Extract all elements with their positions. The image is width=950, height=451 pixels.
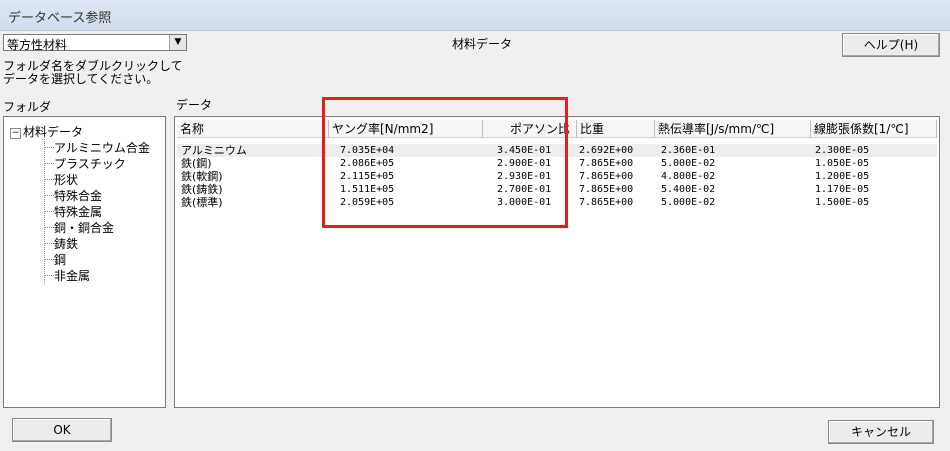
table-cell: 1.500E-05 xyxy=(815,197,870,208)
tree-connector xyxy=(44,259,54,260)
tree-item[interactable]: 形状 xyxy=(54,171,78,188)
table-cell: 2.692E+00 xyxy=(579,145,634,156)
tree-root[interactable]: − 材料データ xyxy=(10,123,83,140)
table-cell: アルミニウム xyxy=(181,144,247,157)
table-cell: 1.200E-05 xyxy=(815,171,870,182)
tree-item[interactable]: 銅・銅合金 xyxy=(54,219,114,236)
table-cell: 7.865E+00 xyxy=(579,171,634,182)
tree-item[interactable]: 特殊金属 xyxy=(54,203,102,220)
folder-tree[interactable]: − 材料データ アルミニウム合金 プラスチック 形状 特殊合金 特殊金属 銅・銅合… xyxy=(3,116,166,408)
material-data-title: 材料データ xyxy=(452,37,513,51)
table-cell: 1.050E-05 xyxy=(815,158,870,169)
instructions: フォルダ名をダブルクリックして データを選択してください。 xyxy=(3,60,183,86)
table-cell: 7.865E+00 xyxy=(579,158,634,169)
instruction-line: データを選択してください。 xyxy=(3,72,159,86)
tree-item[interactable]: 非金属 xyxy=(54,267,90,284)
table-cell: 鉄(軟鋼) xyxy=(181,170,223,183)
help-button[interactable]: ヘルプ(H) xyxy=(842,33,940,57)
tree-connector xyxy=(44,211,54,212)
collapse-icon[interactable]: − xyxy=(10,128,21,139)
tree-connector xyxy=(44,243,54,244)
table-cell: 5.400E-02 xyxy=(661,184,716,195)
material-type-value: 等方性材料 xyxy=(7,38,68,52)
tree-item[interactable]: プラスチック xyxy=(54,155,126,172)
column-header-thermal-conductivity[interactable]: 熱伝導率[J/s/mm/℃] xyxy=(655,120,811,138)
table-cell: 7.865E+00 xyxy=(579,197,634,208)
column-header-thermal-expansion[interactable]: 線膨張係数[1/℃] xyxy=(811,120,937,138)
tree-item[interactable]: 鋳鉄 xyxy=(54,235,78,252)
ok-button[interactable]: OK xyxy=(12,418,112,442)
window-title: データベース参照 xyxy=(8,11,112,26)
tree-connector xyxy=(44,275,54,276)
table-cell: 7.865E+00 xyxy=(579,184,634,195)
table-cell: 鉄(鋼) xyxy=(181,157,212,170)
material-type-select[interactable]: 等方性材料 ▼ xyxy=(3,34,187,52)
data-label: データ xyxy=(176,98,213,112)
tree-root-label: 材料データ xyxy=(23,125,84,139)
tree-connector xyxy=(44,163,54,164)
table-cell: 5.000E-02 xyxy=(661,158,716,169)
column-header-name[interactable]: 名称 xyxy=(177,120,329,138)
tree-connector xyxy=(44,179,54,180)
tree-item[interactable]: 鋼 xyxy=(54,251,66,268)
folder-label: フォルダ xyxy=(3,100,52,114)
table-cell: 2.300E-05 xyxy=(815,145,870,156)
tree-connector xyxy=(44,147,54,148)
tree-connector xyxy=(44,227,54,228)
table-cell: 鉄(標準) xyxy=(181,196,223,209)
table-cell: 鉄(鋳鉄) xyxy=(181,183,223,196)
table-cell: 4.800E-02 xyxy=(661,171,716,182)
title-bar: データベース参照 xyxy=(0,0,950,31)
chevron-down-icon[interactable]: ▼ xyxy=(169,35,186,50)
table-cell: 2.360E-01 xyxy=(661,145,716,156)
tree-connector xyxy=(44,195,54,196)
column-header-specific-gravity[interactable]: 比重 xyxy=(577,120,655,138)
table-cell: 5.000E-02 xyxy=(661,197,716,208)
tree-item[interactable]: アルミニウム合金 xyxy=(54,139,150,156)
cancel-button[interactable]: キャンセル xyxy=(828,420,934,444)
table-cell: 1.170E-05 xyxy=(815,184,870,195)
highlight-box xyxy=(322,97,568,228)
tree-item[interactable]: 特殊合金 xyxy=(54,187,102,204)
